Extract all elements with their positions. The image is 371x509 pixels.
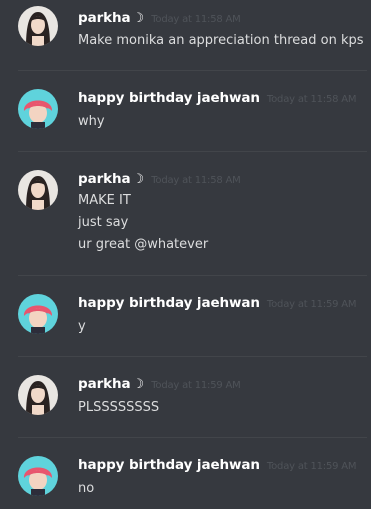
parkha-avatar[interactable] [18, 375, 58, 415]
message-text: no [78, 481, 95, 496]
message-username[interactable]: parkha [78, 376, 131, 392]
message-timestamp: Today at 11:59 AM [151, 380, 241, 391]
jaehwan-avatar[interactable] [18, 456, 58, 496]
message-text: just say [78, 215, 129, 230]
parkha-avatar[interactable] [18, 170, 58, 210]
moon-icon: ☽ [132, 172, 145, 187]
message-username[interactable]: happy birthday jaehwan [78, 295, 260, 311]
jaehwan-avatar[interactable] [18, 89, 58, 129]
message-username[interactable]: parkha [78, 10, 131, 26]
message-text: y [78, 319, 86, 334]
message-username[interactable]: happy birthday jaehwan [78, 90, 260, 106]
message-group: parkha ☽ Today at 11:58 AM Make monika a… [0, 0, 371, 70]
message-group: happy birthday jaehwan Today at 11:59 AM… [0, 438, 371, 509]
message-timestamp: Today at 11:59 AM [266, 299, 357, 310]
chat-messages: parkha ☽ Today at 11:58 AM Make monika a… [0, 0, 371, 509]
message-text: Make monika an appreciation thread on kp… [78, 33, 364, 48]
message-timestamp: Today at 11:58 AM [151, 175, 241, 186]
message-timestamp: Today at 11:58 AM [266, 94, 357, 105]
parkha-avatar[interactable] [18, 6, 58, 46]
message-timestamp: Today at 11:58 AM [151, 14, 241, 25]
message-text: why [78, 114, 105, 129]
jaehwan-avatar[interactable] [18, 294, 58, 334]
message-username[interactable]: happy birthday jaehwan [78, 457, 260, 473]
message-group: happy birthday jaehwan Today at 11:59 AM… [0, 276, 371, 356]
message-text: PLSSSSSSSS [78, 400, 160, 415]
message-text: ur great @whatever [78, 237, 209, 252]
message-group: happy birthday jaehwan Today at 11:58 AM… [0, 71, 371, 151]
moon-icon: ☽ [132, 11, 145, 26]
message-group: parkha ☽ Today at 11:58 AM MAKE IT just … [0, 152, 371, 275]
message-username[interactable]: parkha [78, 171, 131, 187]
message-group: parkha ☽ Today at 11:59 AM PLSSSSSSSS [0, 357, 371, 437]
message-text: MAKE IT [78, 193, 131, 208]
moon-icon: ☽ [132, 377, 145, 392]
message-timestamp: Today at 11:59 AM [266, 461, 357, 472]
